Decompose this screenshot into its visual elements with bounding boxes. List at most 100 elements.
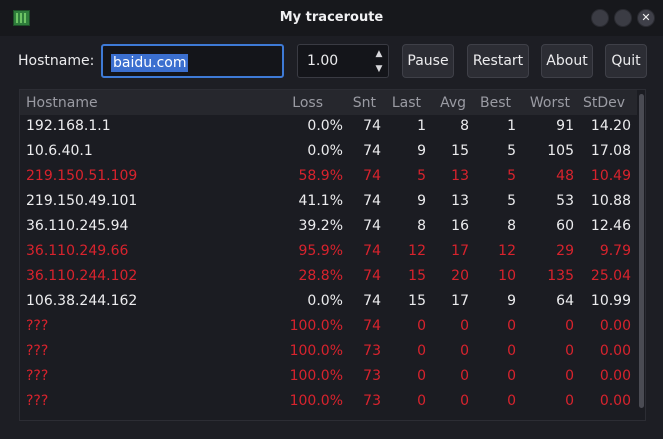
about-button[interactable]: About [541, 44, 593, 78]
cell-loss: 100.0% [289, 393, 343, 409]
cell-host: 219.150.49.101 [26, 193, 138, 209]
cell-host: ??? [26, 368, 49, 384]
cell-stdev: 9.79 [599, 243, 631, 259]
cell-last: 0 [417, 343, 426, 359]
app-window: My traceroute ✕ Hostname: baidu.com 1.00… [0, 0, 663, 439]
column-header-last[interactable]: Last [392, 95, 421, 111]
title-bar[interactable]: My traceroute ✕ [0, 0, 663, 36]
vertical-scrollbar[interactable] [637, 90, 645, 420]
hostname-value: baidu.com [111, 54, 189, 72]
quit-button[interactable]: Quit [605, 44, 647, 78]
cell-avg: 20 [451, 268, 469, 284]
hostname-input[interactable]: baidu.com [101, 44, 284, 78]
chevron-down-icon[interactable]: ▼ [372, 62, 386, 76]
cell-last: 9 [417, 143, 426, 159]
column-header-worst[interactable]: Worst [530, 95, 570, 111]
table-row[interactable]: 106.38.244.162 0.0% 74 15 17 9 64 10.99 [20, 290, 637, 315]
cell-stdev: 0.00 [599, 343, 631, 359]
cell-loss: 41.1% [298, 193, 343, 209]
column-header-avg[interactable]: Avg [440, 95, 466, 111]
column-header-hostname[interactable]: Hostname [26, 95, 98, 111]
cell-best: 5 [507, 143, 516, 159]
cell-host: ??? [26, 318, 49, 334]
cell-stdev: 14.20 [590, 118, 631, 134]
cell-snt: 74 [363, 118, 381, 134]
table-row[interactable]: ??? 100.0% 73 0 0 0 0 0.00 [20, 390, 637, 415]
cell-snt: 74 [363, 193, 381, 209]
table-row[interactable]: 36.110.249.66 95.9% 74 12 17 12 29 9.79 [20, 240, 637, 265]
cell-avg: 0 [460, 368, 469, 384]
cell-stdev: 10.49 [590, 168, 631, 184]
cell-avg: 13 [451, 168, 469, 184]
cell-loss: 0.0% [307, 143, 343, 159]
close-icon[interactable]: ✕ [637, 9, 655, 27]
cell-avg: 0 [460, 318, 469, 334]
cell-last: 9 [417, 193, 426, 209]
cell-host: 36.110.245.94 [26, 218, 129, 234]
cell-stdev: 10.88 [590, 193, 631, 209]
cell-snt: 74 [363, 268, 381, 284]
minimize-icon[interactable] [591, 9, 609, 27]
column-header-loss[interactable]: Loss [292, 95, 323, 111]
cell-best: 12 [498, 243, 516, 259]
cell-host: 192.168.1.1 [26, 118, 111, 134]
table-row[interactable]: 36.110.245.94 39.2% 74 8 16 8 60 12.46 [20, 215, 637, 240]
table-row[interactable]: 36.110.244.102 28.8% 74 15 20 10 135 25.04 [20, 265, 637, 290]
cell-best: 0 [507, 343, 516, 359]
cell-snt: 73 [363, 368, 381, 384]
scrollbar-thumb[interactable] [639, 94, 644, 408]
cell-stdev: 25.04 [590, 268, 631, 284]
cell-snt: 73 [363, 343, 381, 359]
cell-loss: 100.0% [289, 318, 343, 334]
cell-host: ??? [26, 393, 49, 409]
cell-worst: 53 [556, 193, 574, 209]
cell-loss: 100.0% [289, 343, 343, 359]
table-row[interactable]: 219.150.51.109 58.9% 74 5 13 5 48 10.49 [20, 165, 637, 190]
table-row[interactable]: 219.150.49.101 41.1% 74 9 13 5 53 10.88 [20, 190, 637, 215]
table-row[interactable]: ??? 100.0% 73 0 0 0 0 0.00 [20, 340, 637, 365]
cell-worst: 91 [556, 118, 574, 134]
pause-button[interactable]: Pause [402, 44, 454, 78]
column-header-snt[interactable]: Snt [353, 95, 376, 111]
hops-table[interactable]: Hostname Loss Snt Last Avg Best Worst St… [19, 89, 646, 421]
restart-button[interactable]: Restart [467, 44, 529, 78]
window-title: My traceroute [279, 10, 384, 25]
cell-best: 0 [507, 368, 516, 384]
cell-loss: 0.0% [307, 293, 343, 309]
interval-spinbox[interactable]: 1.00 ▲ ▼ [297, 44, 389, 78]
cell-avg: 13 [451, 193, 469, 209]
cell-stdev: 0.00 [599, 393, 631, 409]
cell-last: 0 [417, 368, 426, 384]
cell-stdev: 17.08 [590, 143, 631, 159]
table-row[interactable]: 192.168.1.1 0.0% 74 1 8 1 91 14.20 [20, 115, 637, 140]
cell-stdev: 10.99 [590, 293, 631, 309]
cell-worst: 60 [556, 218, 574, 234]
cell-host: 36.110.244.102 [26, 268, 138, 284]
cell-best: 9 [507, 293, 516, 309]
cell-best: 5 [507, 193, 516, 209]
cell-stdev: 0.00 [599, 368, 631, 384]
maximize-icon[interactable] [614, 9, 632, 27]
cell-stdev: 12.46 [590, 218, 631, 234]
cell-best: 8 [507, 218, 516, 234]
interval-value: 1.00 [307, 53, 339, 69]
cell-loss: 95.9% [298, 243, 343, 259]
table-row[interactable]: ??? 100.0% 74 0 0 0 0 0.00 [20, 315, 637, 340]
cell-avg: 17 [451, 293, 469, 309]
cell-worst: 0 [565, 343, 574, 359]
cell-worst: 0 [565, 368, 574, 384]
cell-snt: 74 [363, 243, 381, 259]
cell-best: 10 [498, 268, 516, 284]
cell-last: 5 [417, 168, 426, 184]
cell-worst: 105 [547, 143, 574, 159]
column-header-best[interactable]: Best [480, 95, 511, 111]
chevron-up-icon[interactable]: ▲ [372, 47, 386, 61]
cell-worst: 64 [556, 293, 574, 309]
cell-worst: 135 [547, 268, 574, 284]
table-row[interactable]: ??? 100.0% 73 0 0 0 0 0.00 [20, 365, 637, 390]
column-header-stdev[interactable]: StDev [583, 95, 625, 111]
cell-avg: 0 [460, 343, 469, 359]
cell-snt: 73 [363, 393, 381, 409]
cell-snt: 74 [363, 318, 381, 334]
table-row[interactable]: 10.6.40.1 0.0% 74 9 15 5 105 17.08 [20, 140, 637, 165]
